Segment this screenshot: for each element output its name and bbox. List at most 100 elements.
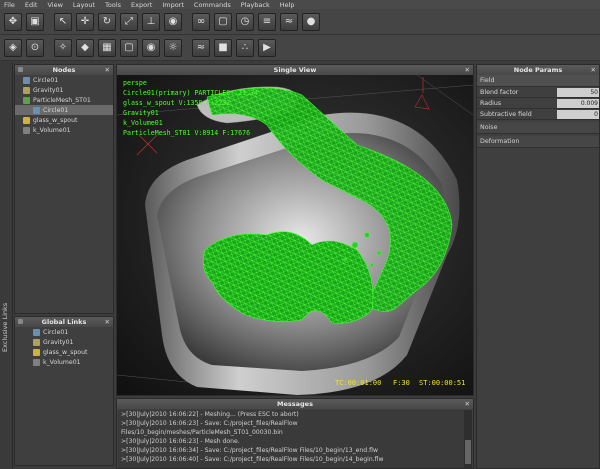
node-item[interactable]: Gravity01 bbox=[15, 85, 113, 95]
wave-tool-button[interactable]: ≈ bbox=[280, 12, 298, 31]
script-icon: ≡ bbox=[262, 15, 272, 27]
sphere-tool-button[interactable]: ● bbox=[302, 12, 320, 31]
axis-tool-button[interactable]: ⊥ bbox=[142, 12, 160, 31]
sim-time-readout: ST:00:00:51 bbox=[419, 379, 466, 387]
particle-tool-button[interactable]: ∴ bbox=[236, 38, 254, 57]
param-value-field[interactable]: 0 bbox=[557, 109, 599, 119]
node-label: k_Volume01 bbox=[33, 126, 71, 134]
link-tool-button[interactable]: ∞ bbox=[192, 12, 210, 31]
exclusive-links-strip[interactable]: Exclusive Links bbox=[0, 62, 13, 469]
wave-tool-button[interactable]: ≈ bbox=[192, 38, 210, 57]
node-params-title: Node Params bbox=[513, 66, 563, 74]
node-item[interactable]: glass_w_spout bbox=[15, 115, 113, 125]
menu-playback[interactable]: Playback bbox=[241, 1, 270, 9]
move-icon: ✥ bbox=[8, 15, 18, 27]
param-label: Blend factor bbox=[480, 88, 519, 96]
rotate-tool-button[interactable]: ↻ bbox=[98, 12, 116, 31]
menu-file[interactable]: File bbox=[4, 1, 15, 9]
node-item[interactable]: Circle01 bbox=[15, 75, 113, 85]
single-view-panel: Single View ✕ perspe Circle01(primary) P… bbox=[116, 64, 474, 396]
translate-tool-button[interactable]: ✛ bbox=[76, 12, 94, 31]
simulate-tool-button[interactable]: ▶ bbox=[258, 38, 276, 57]
close-icon[interactable]: ✕ bbox=[465, 66, 470, 74]
node-label: Circle01 bbox=[43, 106, 69, 114]
scrollbar-thumb[interactable] bbox=[465, 440, 471, 464]
messages-scrollbar[interactable] bbox=[464, 410, 472, 468]
node-label: Circle01 bbox=[33, 76, 59, 84]
close-icon[interactable]: ✕ bbox=[105, 318, 110, 326]
menu-import[interactable]: Import bbox=[162, 1, 184, 9]
node-item[interactable]: Circle01 bbox=[15, 105, 113, 115]
move-tool-button[interactable]: ✥ bbox=[4, 12, 22, 31]
object-tool-button[interactable]: ◆ bbox=[76, 38, 94, 57]
cube-icon: ▢ bbox=[124, 41, 134, 53]
panel-grip-icon[interactable] bbox=[18, 67, 23, 72]
menu-tools[interactable]: Tools bbox=[105, 1, 121, 9]
global-links-list: Circle01 Gravity01 glass_w_spout k_Volume01 bbox=[15, 327, 113, 367]
section-noise[interactable]: Noise bbox=[477, 122, 599, 134]
menu-help[interactable]: Help bbox=[280, 1, 295, 9]
daemon-icon: ✧ bbox=[58, 41, 68, 53]
message-line: >[30|July|2010 16:06:22] - Meshing... (P… bbox=[121, 411, 299, 418]
menu-view[interactable]: View bbox=[47, 1, 62, 9]
message-line: >[30|July|2010 16:06:40] - Save: C:/proj… bbox=[121, 456, 384, 463]
light-tool-button[interactable]: ☼ bbox=[164, 38, 182, 57]
scale-tool-button[interactable]: ⤢ bbox=[120, 12, 138, 31]
menu-commands[interactable]: Commands bbox=[194, 1, 231, 9]
sphere-icon: ● bbox=[306, 15, 316, 27]
node-label: Gravity01 bbox=[33, 86, 64, 94]
view-mode-label: perspe bbox=[123, 79, 147, 87]
save-tool-button[interactable]: ▣ bbox=[26, 12, 44, 31]
node-type-icon bbox=[33, 328, 40, 336]
field-section-label: Field bbox=[480, 77, 495, 84]
cube-tool-button[interactable]: ▢ bbox=[214, 12, 232, 31]
messages-log: >[30|July|2010 16:06:22] - Meshing... (P… bbox=[118, 410, 464, 468]
node-type-icon bbox=[33, 348, 40, 356]
message-line: >[30|July|2010 16:06:23] - Save: C:/proj… bbox=[121, 420, 298, 427]
global-link-label: Gravity01 bbox=[43, 338, 74, 346]
node-item[interactable]: k_Volume01 bbox=[15, 125, 113, 135]
mesh-tool-button[interactable]: ▦ bbox=[98, 38, 116, 57]
node-type-icon bbox=[23, 126, 30, 134]
emitter-tool-button[interactable]: ⊙ bbox=[26, 38, 44, 57]
node-tool-button[interactable]: ◈ bbox=[4, 38, 22, 57]
global-link-item[interactable]: Circle01 bbox=[15, 327, 113, 337]
nodes-panel-title: Nodes bbox=[52, 66, 76, 74]
param-value-field[interactable]: 50 bbox=[557, 87, 599, 97]
mesh-icon: ▦ bbox=[102, 41, 112, 53]
link-icon: ∞ bbox=[196, 15, 206, 27]
node-label: ParticleMesh_ST01 bbox=[33, 96, 91, 104]
rigid-tool-button[interactable]: ■ bbox=[214, 38, 232, 57]
timer-tool-button[interactable]: ◷ bbox=[236, 12, 254, 31]
frame-readout: F:30 bbox=[393, 379, 410, 387]
script-tool-button[interactable]: ≡ bbox=[258, 12, 276, 31]
camera-icon: ◉ bbox=[168, 15, 178, 27]
section-deformation[interactable]: Deformation bbox=[477, 136, 599, 148]
close-icon[interactable]: ✕ bbox=[591, 66, 596, 74]
cube-tool-button[interactable]: ▢ bbox=[120, 38, 138, 57]
camera-icon: ◉ bbox=[146, 41, 156, 53]
menu-layout[interactable]: Layout bbox=[73, 1, 95, 9]
daemon-tool-button[interactable]: ✧ bbox=[54, 38, 72, 57]
emitter-icon: ⊙ bbox=[30, 41, 40, 53]
global-link-item[interactable]: glass_w_spout bbox=[15, 347, 113, 357]
param-value-field[interactable]: 0.009 bbox=[557, 98, 599, 108]
save-icon: ▣ bbox=[30, 15, 40, 27]
camera-tool-button[interactable]: ◉ bbox=[142, 38, 160, 57]
menu-export[interactable]: Export bbox=[131, 1, 152, 9]
message-line: >[30|July|2010 16:06:34] - Save: C:/proj… bbox=[121, 447, 378, 454]
global-link-item[interactable]: Gravity01 bbox=[15, 337, 113, 347]
node-type-icon bbox=[33, 338, 40, 346]
close-icon[interactable]: ✕ bbox=[105, 66, 110, 74]
field-section[interactable]: Field bbox=[477, 75, 599, 87]
camera-tool-button[interactable]: ◉ bbox=[164, 12, 182, 31]
node-item[interactable]: ParticleMesh_ST01 bbox=[15, 95, 113, 105]
menu-edit[interactable]: Edit bbox=[25, 1, 38, 9]
viewport-canvas[interactable] bbox=[117, 75, 473, 395]
close-icon[interactable]: ✕ bbox=[465, 400, 470, 408]
view-stat-line: ParticleMesh_ST01 V:8914 F:17676 bbox=[123, 129, 251, 137]
panel-grip-icon[interactable] bbox=[18, 319, 23, 324]
select-tool-button[interactable]: ↖ bbox=[54, 12, 72, 31]
messages-header: Messages ✕ bbox=[117, 399, 473, 409]
global-link-item[interactable]: k_Volume01 bbox=[15, 357, 113, 367]
